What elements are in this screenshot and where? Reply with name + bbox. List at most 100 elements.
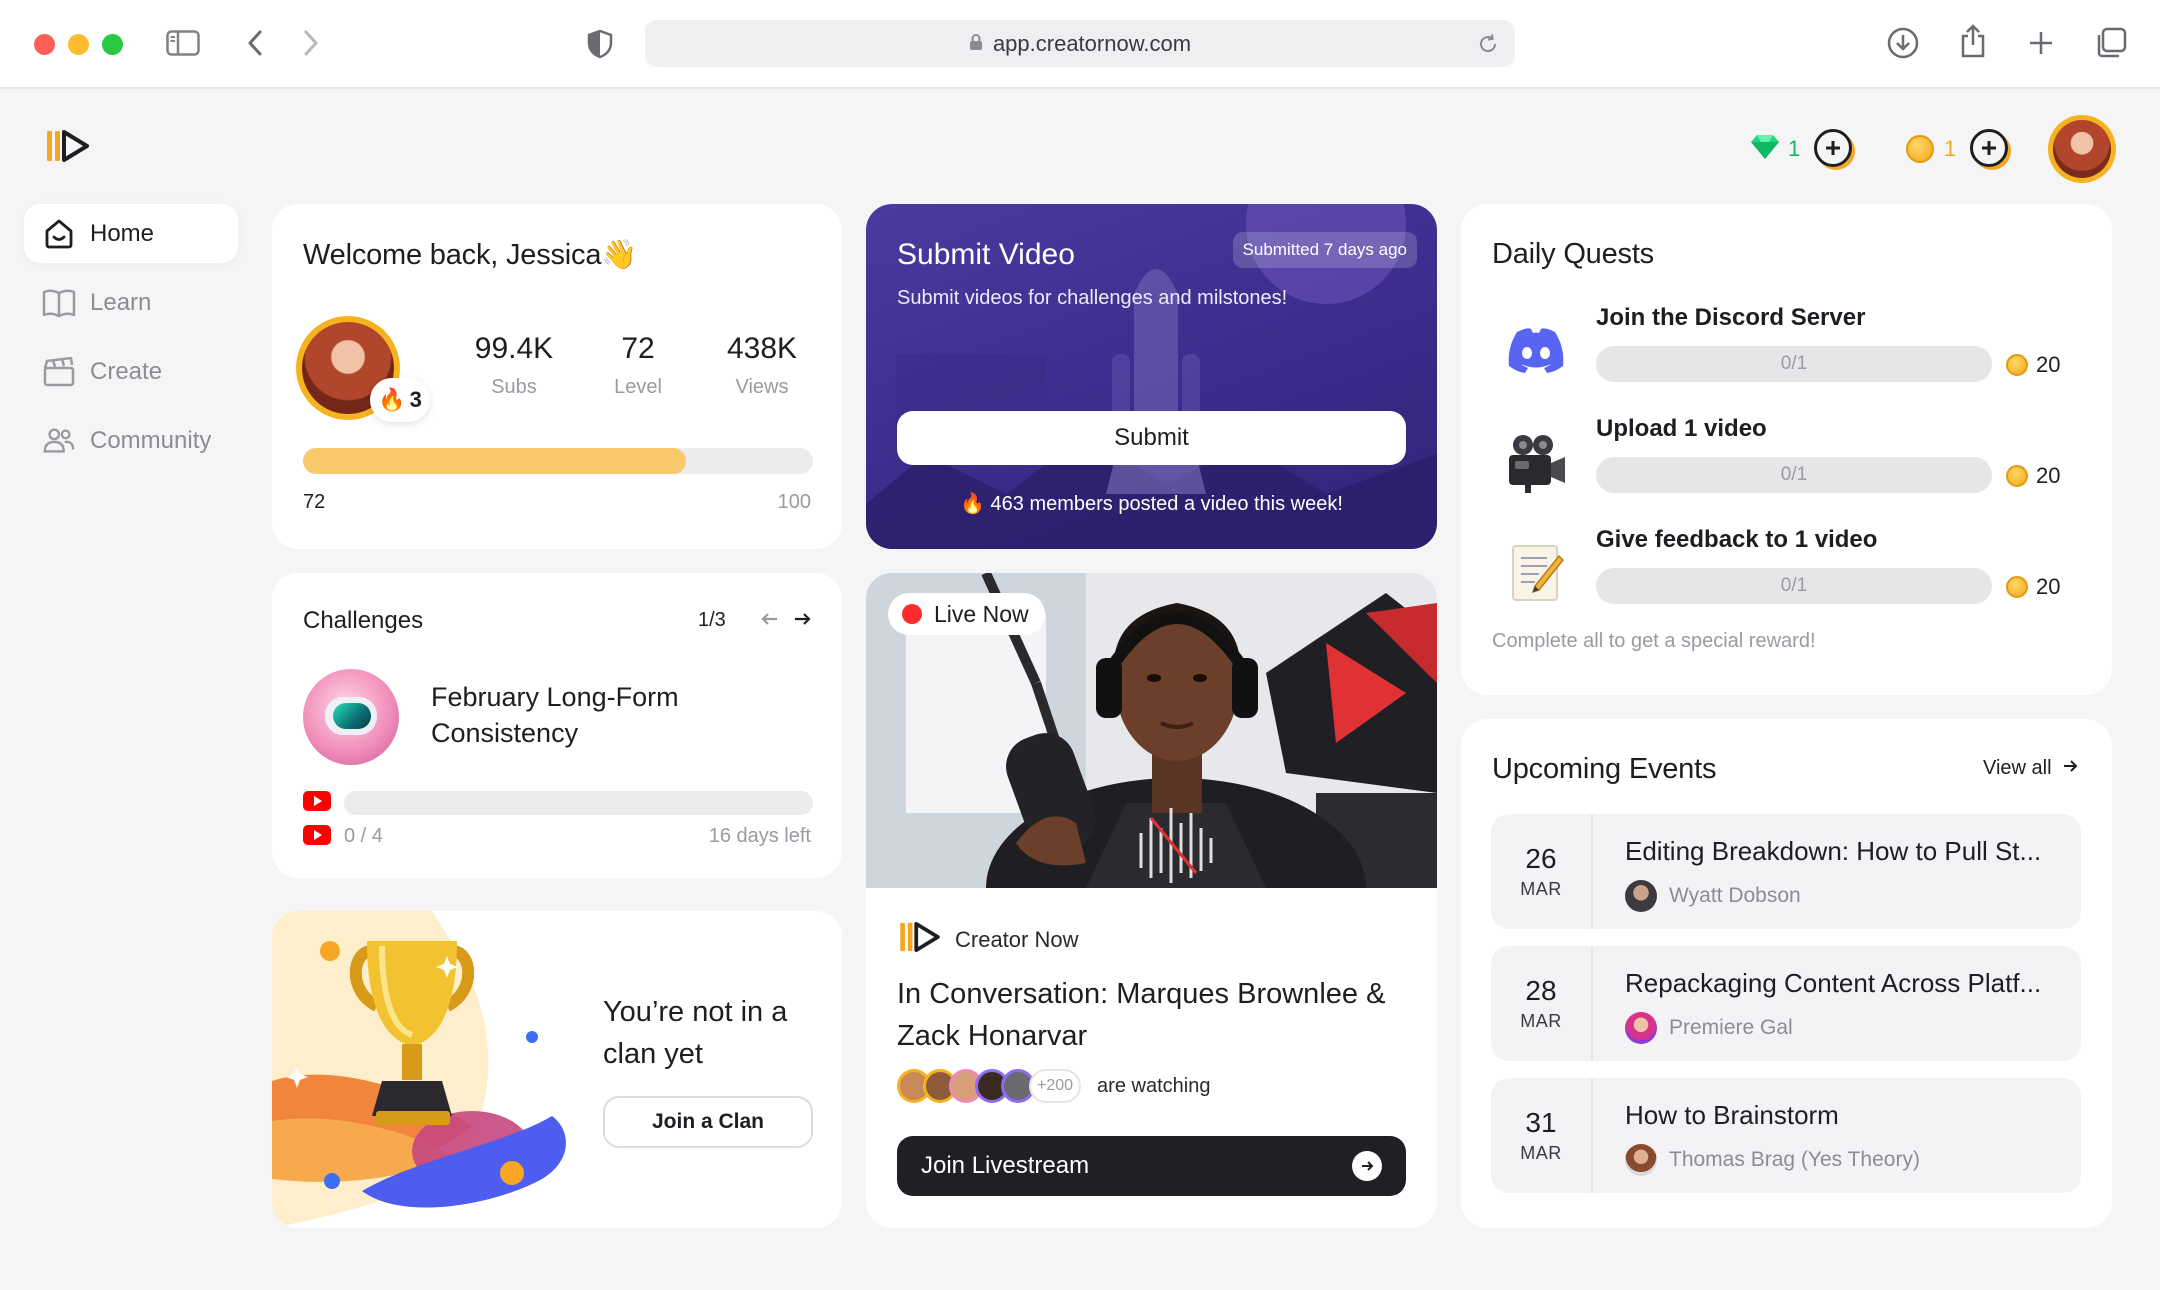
event-item[interactable]: 31 MAR How to Brainstorm Thomas Brag (Ye… bbox=[1491, 1078, 2081, 1193]
astronaut-icon bbox=[303, 669, 399, 765]
submit-button[interactable]: Submit bbox=[897, 411, 1406, 465]
join-livestream-label: Join Livestream bbox=[921, 1152, 1090, 1179]
host-name: Wyatt Dobson bbox=[1669, 884, 1801, 907]
arrow-left-icon[interactable] bbox=[760, 609, 780, 634]
memo-icon bbox=[1509, 542, 1565, 609]
quest-item[interactable]: Upload 1 video 0/1 20 bbox=[1461, 415, 2112, 511]
maximize-window-button[interactable] bbox=[102, 34, 123, 55]
gems-counter: 1 bbox=[1750, 131, 1800, 167]
live-dot-icon bbox=[902, 604, 922, 624]
submitted-badge: Submitted 7 days ago bbox=[1232, 232, 1417, 268]
stat-label: Subs bbox=[491, 376, 537, 398]
challenge-progress-bar bbox=[344, 791, 813, 815]
stat-label: Views bbox=[735, 376, 789, 398]
streak-count: 3 bbox=[409, 387, 422, 412]
stat-value: 72 bbox=[621, 332, 655, 365]
stat-value: 99.4K bbox=[474, 332, 554, 365]
event-date: 26 MAR bbox=[1491, 814, 1593, 929]
sidebar-item-label: Learn bbox=[90, 288, 152, 316]
streak-badge: 🔥 3 bbox=[370, 378, 430, 422]
livestream-title[interactable]: In Conversation: Marques Brownlee & Zack… bbox=[897, 973, 1417, 1057]
stat-level: 72 Level bbox=[576, 332, 700, 399]
challenge-name[interactable]: February Long-Form Consistency bbox=[431, 679, 761, 751]
quest-reward-value: 20 bbox=[2036, 352, 2061, 377]
event-item[interactable]: 26 MAR Editing Breakdown: How to Pull St… bbox=[1491, 814, 2081, 929]
quest-progress-bar: 0/1 bbox=[1596, 346, 1992, 382]
quest-reward-value: 20 bbox=[2036, 574, 2061, 599]
welcome-card: Welcome back, Jessica👋 🔥 3 99.4K Subs 72 … bbox=[272, 204, 842, 549]
event-title: How to Brainstorm bbox=[1625, 1100, 1839, 1130]
quests-footer-text: Complete all to get a special reward! bbox=[1492, 630, 1816, 652]
progress-max-label: 100 bbox=[777, 491, 811, 513]
live-now-badge: Live Now bbox=[888, 593, 1045, 635]
fire-icon: 🔥 bbox=[378, 387, 406, 412]
event-host: Premiere Gal bbox=[1625, 1012, 1793, 1044]
event-title: Editing Breakdown: How to Pull St... bbox=[1625, 836, 2042, 866]
reload-icon[interactable] bbox=[1477, 33, 1499, 61]
wave-icon: 👋 bbox=[601, 239, 638, 271]
quest-progress-bar: 0/1 bbox=[1596, 568, 1992, 604]
host-name: Thomas Brag (Yes Theory) bbox=[1669, 1148, 1920, 1171]
livestream-card: Live Now Creator Now In Conversation: Ma… bbox=[866, 573, 1437, 1228]
youtube-icon bbox=[303, 791, 331, 816]
upcoming-events-card: Upcoming Events View all 26 MAR Editing … bbox=[1461, 719, 2112, 1228]
host-avatar bbox=[1625, 1144, 1657, 1176]
viewers-row: +200 are watching bbox=[897, 1069, 1210, 1103]
quest-item[interactable]: Give feedback to 1 video 0/1 20 bbox=[1461, 526, 2112, 622]
submit-video-title: Submit Video bbox=[897, 238, 1075, 271]
browser-toolbar: app.creatornow.com bbox=[0, 0, 2160, 89]
challenge-progress-text: 0 / 4 bbox=[344, 825, 383, 847]
event-date: 28 MAR bbox=[1491, 946, 1593, 1061]
gems-count: 1 bbox=[1788, 136, 1801, 161]
quest-progress-bar: 0/1 bbox=[1596, 457, 1992, 493]
live-now-text: Live Now bbox=[934, 600, 1029, 627]
quest-reward: 20 bbox=[2006, 463, 2060, 489]
creator-now-logo[interactable] bbox=[46, 129, 90, 168]
submit-video-card: Submit Video Submitted 7 days ago Submit… bbox=[866, 204, 1437, 549]
join-clan-button[interactable]: Join a Clan bbox=[603, 1096, 813, 1148]
sidebar-item-label: Home bbox=[90, 219, 155, 247]
creator-now-logo bbox=[899, 921, 941, 958]
back-arrow-icon[interactable] bbox=[240, 28, 270, 58]
event-month: MAR bbox=[1520, 879, 1562, 899]
channel-name: Creator Now bbox=[955, 926, 1079, 952]
share-icon[interactable] bbox=[1956, 22, 1990, 60]
address-bar[interactable]: app.creatornow.com bbox=[645, 20, 1515, 67]
sidebar-toggle-icon[interactable] bbox=[164, 28, 202, 58]
welcome-title-text: Welcome back, Jessica bbox=[303, 239, 602, 271]
url-text: app.creatornow.com bbox=[992, 30, 1192, 56]
trophy-illustration bbox=[272, 911, 582, 1228]
minimize-window-button[interactable] bbox=[68, 34, 89, 55]
view-all-label: View all bbox=[1983, 757, 2052, 779]
quest-reward: 20 bbox=[2006, 352, 2060, 378]
sidebar-item-home[interactable]: Home bbox=[24, 204, 238, 263]
downloads-icon[interactable] bbox=[1886, 26, 1920, 60]
tab-overview-icon[interactable] bbox=[2094, 26, 2128, 60]
add-coins-button[interactable] bbox=[1970, 129, 2008, 167]
quest-item[interactable]: Join the Discord Server 0/1 20 bbox=[1461, 304, 2112, 400]
sidebar-item-create[interactable]: Create bbox=[24, 342, 238, 401]
fire-icon: 🔥 bbox=[960, 493, 985, 515]
new-tab-icon[interactable] bbox=[2026, 28, 2056, 58]
coin-icon bbox=[1906, 135, 1934, 163]
challenges-card: Challenges 1/3 February Long-Form Consis… bbox=[272, 573, 842, 878]
event-month: MAR bbox=[1520, 1011, 1562, 1031]
sidebar-item-community[interactable]: Community bbox=[24, 411, 238, 470]
coins-counter: 1 bbox=[1906, 133, 1956, 165]
add-gems-button[interactable] bbox=[1814, 129, 1852, 167]
join-livestream-button[interactable]: Join Livestream bbox=[897, 1136, 1406, 1196]
stat-value: 438K bbox=[726, 332, 798, 365]
view-all-link[interactable]: View all bbox=[1983, 757, 2078, 780]
privacy-shield-icon[interactable] bbox=[585, 28, 615, 60]
arrow-right-icon[interactable] bbox=[792, 609, 812, 634]
watching-text: are watching bbox=[1097, 1074, 1211, 1097]
event-item[interactable]: 28 MAR Repackaging Content Across Platf.… bbox=[1491, 946, 2081, 1061]
forward-arrow-icon[interactable] bbox=[296, 28, 326, 58]
event-host: Wyatt Dobson bbox=[1625, 880, 1801, 912]
sidebar-item-learn[interactable]: Learn bbox=[24, 273, 238, 332]
stat-subs: 99.4K Subs bbox=[452, 332, 576, 399]
daily-quests-card: Daily Quests Join the Discord Server 0/1… bbox=[1461, 204, 2112, 695]
close-window-button[interactable] bbox=[34, 34, 55, 55]
user-avatar[interactable] bbox=[2048, 115, 2116, 183]
upcoming-events-title: Upcoming Events bbox=[1492, 753, 1717, 785]
